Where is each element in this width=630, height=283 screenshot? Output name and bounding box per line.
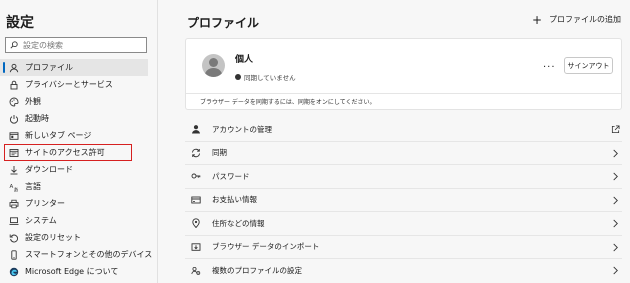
sidebar-item-phone-devices[interactable]: スマートフォンとその他のデバイス [0, 246, 158, 263]
sidebar-item-label: プライバシーとサービス [25, 80, 113, 89]
settings-main: プロファイル + プロファイルの追加 個人 同期していません ··· サインアウ… [159, 0, 630, 283]
sidebar-item-label: 言語 [25, 182, 41, 191]
row-label: パスワード [212, 171, 250, 181]
sidebar-item-new-tab[interactable]: 新しいタブ ページ [0, 127, 158, 144]
row-multi-profile-settings[interactable]: 複数のプロファイルの設定 [185, 259, 622, 283]
avatar [202, 54, 225, 77]
sidebar-item-label: Microsoft Edge について [25, 267, 119, 276]
settings-nav: プロファイル プライバシーとサービス 外観 起動時 新しいタブ ページ サイトの… [0, 59, 158, 280]
reset-icon [9, 233, 19, 243]
chevron-right-icon [611, 243, 620, 252]
row-label: 同期 [212, 148, 227, 158]
sidebar-item-label: 新しいタブ ページ [25, 131, 92, 140]
row-label: 住所などの情報 [212, 218, 265, 228]
sync-status-icon [235, 74, 241, 80]
sidebar-item-privacy[interactable]: プライバシーとサービス [0, 76, 158, 93]
download-icon [9, 165, 19, 175]
profile-card: 個人 同期していません ··· サインアウト ブラウザー データを同期するには、… [185, 38, 622, 110]
add-profile-label: プロファイルの追加 [549, 15, 621, 24]
sidebar-item-label: ダウンロード [25, 165, 73, 174]
settings-search-input[interactable] [23, 40, 133, 50]
row-label: 複数のプロファイルの設定 [212, 266, 302, 276]
settings-search-box[interactable] [5, 37, 147, 53]
profile-name: 個人 [235, 55, 254, 65]
add-profile-button[interactable]: + プロファイルの追加 [531, 12, 621, 27]
row-label: ブラウザー データのインポート [212, 242, 320, 252]
settings-title: 設定 [6, 15, 34, 31]
chevron-right-icon [611, 219, 620, 228]
sync-icon [191, 148, 201, 158]
sidebar-item-label: プリンター [25, 199, 65, 208]
sign-out-button[interactable]: サインアウト [564, 57, 613, 74]
palette-icon [9, 97, 19, 107]
row-addresses[interactable]: 住所などの情報 [185, 212, 622, 236]
sidebar-item-startup[interactable]: 起動時 [0, 110, 158, 127]
row-import-data[interactable]: ブラウザー データのインポート [185, 236, 622, 259]
chevron-right-icon [611, 172, 620, 181]
sidebar-item-label: システム [25, 216, 57, 225]
printer-icon [9, 199, 19, 209]
sync-status: 同期していません [235, 72, 296, 82]
sidebar-item-label: サイトのアクセス許可 [25, 148, 105, 157]
multi-profile-icon [191, 266, 201, 276]
sidebar-item-label: プロファイル [25, 63, 73, 72]
plus-icon: + [531, 12, 542, 27]
external-link-icon [611, 125, 620, 134]
chevron-right-icon [611, 149, 620, 158]
phone-icon [9, 249, 19, 260]
svg-text:あ: あ [14, 187, 19, 192]
credit-card-icon [191, 195, 201, 205]
sidebar-item-profile[interactable]: プロファイル [0, 59, 148, 76]
profile-settings-list: アカウントの管理 同期 パスワード お支払い情報 住所などの情報 ブラウザー デ… [185, 118, 622, 283]
sidebar-item-site-permissions[interactable]: サイトのアクセス許可 [4, 144, 132, 161]
sidebar-item-label: 外観 [25, 97, 41, 106]
sidebar-item-downloads[interactable]: ダウンロード [0, 161, 158, 178]
divider [186, 93, 621, 94]
location-icon [191, 218, 201, 229]
sidebar-item-appearance[interactable]: 外観 [0, 93, 158, 110]
settings-sidebar: 設定 プロファイル プライバシーとサービス 外観 起動時 新しいタブ ページ サ [0, 0, 158, 283]
lock-icon [9, 80, 19, 90]
row-label: アカウントの管理 [212, 124, 272, 134]
profile-icon [9, 63, 19, 73]
row-manage-account[interactable]: アカウントの管理 [185, 118, 622, 142]
chevron-right-icon [611, 266, 620, 275]
selected-indicator [3, 62, 5, 73]
edge-logo-icon [9, 267, 19, 277]
sidebar-item-languages[interactable]: Aあ 言語 [0, 178, 158, 195]
sidebar-item-label: 設定のリセット [25, 233, 81, 242]
power-icon [9, 114, 19, 124]
sidebar-item-printers[interactable]: プリンター [0, 195, 158, 212]
sidebar-item-system[interactable]: システム [0, 212, 158, 229]
new-tab-icon [9, 131, 19, 141]
site-permissions-icon [9, 148, 19, 158]
sync-status-text: 同期していません [244, 74, 296, 82]
row-sync[interactable]: 同期 [185, 142, 622, 165]
chevron-right-icon [611, 196, 620, 205]
row-payment-info[interactable]: お支払い情報 [185, 189, 622, 212]
sidebar-item-label: 起動時 [25, 114, 49, 123]
sidebar-item-about[interactable]: Microsoft Edge について [0, 263, 158, 280]
import-icon [191, 242, 201, 252]
sync-note: ブラウザー データを同期するには、同期をオンにしてください。 [200, 99, 376, 106]
page-title: プロファイル [187, 16, 260, 30]
computer-icon [9, 216, 19, 226]
sidebar-item-reset[interactable]: 設定のリセット [0, 229, 158, 246]
row-passwords[interactable]: パスワード [185, 165, 622, 189]
row-label: お支払い情報 [212, 195, 257, 205]
person-icon [191, 124, 201, 134]
search-icon [10, 41, 18, 49]
more-options-button[interactable]: ··· [543, 62, 556, 73]
sidebar-item-label: スマートフォンとその他のデバイス [25, 250, 153, 259]
language-icon: Aあ [9, 182, 19, 192]
key-icon [191, 171, 201, 181]
